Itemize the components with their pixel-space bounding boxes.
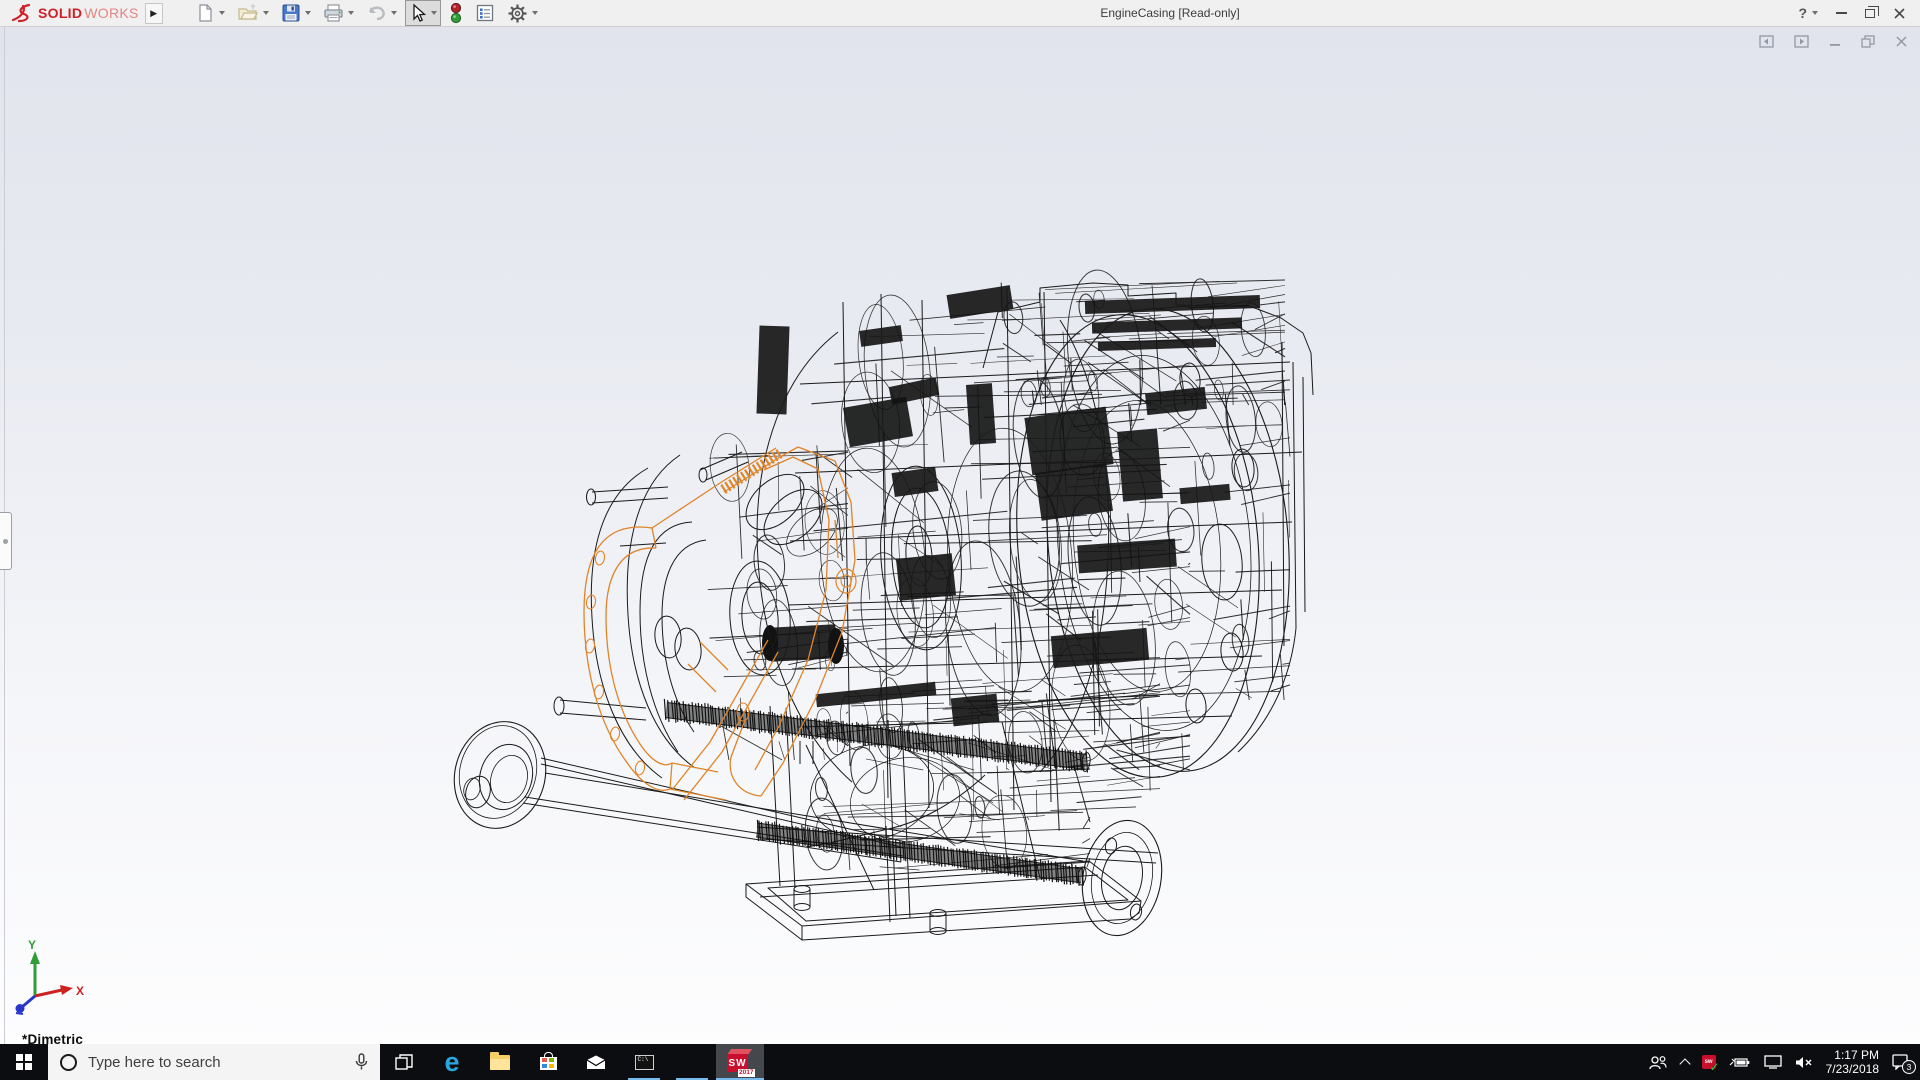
store-icon [540,1055,557,1070]
file-explorer-icon [490,1055,510,1070]
taskbar-command-prompt[interactable]: C:\ [620,1044,668,1080]
solidworks-logo-icon [10,2,36,24]
open-folder-icon [237,3,259,23]
system-tray: sw✓ 1:17 PM 7/23/2018 3 [1642,1044,1920,1080]
select-tool-button[interactable] [405,0,441,26]
search-input[interactable] [88,1054,344,1071]
document-title: EngineCasing [Read-only] [542,6,1799,20]
file-properties-icon [475,3,495,23]
dropdown-caret[interactable] [391,11,397,15]
taskbar-store[interactable] [524,1044,572,1080]
action-center-button[interactable]: 3 [1892,1054,1910,1070]
edge-icon: e [444,1049,459,1076]
solidworks-tray-icon[interactable]: sw✓ [1702,1055,1716,1069]
open-button[interactable] [233,0,273,26]
file-properties-button[interactable] [471,0,499,26]
standard-toolbar [191,0,542,27]
save-button[interactable] [277,0,315,26]
undo-button[interactable] [362,0,401,26]
doc-minimize-icon[interactable] [1829,35,1841,48]
taskbar-mail[interactable] [572,1044,620,1080]
taskbar-solidworks[interactable]: SW 2017 [716,1044,764,1080]
print-button[interactable] [319,0,358,26]
dropdown-caret[interactable] [263,11,269,15]
windows-taskbar: e C:\ SW 2017 sw✓ [0,1044,1920,1080]
taskbar-file-explorer[interactable] [476,1044,524,1080]
close-button-icon[interactable] [1893,7,1906,20]
view-orientation-label: *Dimetric [22,1032,83,1044]
new-document-icon [195,3,215,23]
dropdown-caret[interactable] [431,11,437,15]
document-window-controls [1759,35,1908,48]
rebuild-button[interactable] [445,0,467,27]
solidworks-logo: SOLIDWORKS [0,2,145,24]
triad-x-label: X [76,984,84,998]
notification-badge: 3 [1902,1060,1916,1074]
battery-charging-icon[interactable] [1729,1056,1751,1069]
select-cursor-icon [409,3,427,23]
hidden-icons-chevron[interactable] [1679,1058,1690,1069]
collapse-left-pane-icon[interactable] [1759,35,1774,48]
check-icon: ✓ [1710,1060,1720,1074]
orientation-triad: Y X [10,938,94,1016]
taskbar-edge[interactable]: e [428,1044,476,1080]
undo-icon [366,3,387,23]
brand-works: WORKS [84,5,138,21]
microphone-icon[interactable] [355,1053,368,1071]
dropdown-caret[interactable] [305,11,311,15]
graphics-viewport[interactable]: Y X *Dimetric [0,27,1920,1044]
brand-solid: SOLID [38,5,82,21]
title-bar: SOLIDWORKS ▶ [0,0,1920,27]
cad-model-wireframe [0,27,1920,1044]
network-display-icon[interactable] [1764,1055,1782,1069]
mail-icon [586,1055,606,1070]
print-icon [323,3,344,23]
dropdown-caret[interactable] [348,11,354,15]
task-view-button[interactable] [380,1044,428,1080]
doc-restore-icon[interactable] [1861,35,1875,48]
cortana-circle-icon [60,1054,77,1071]
menu-expand-arrow-icon[interactable]: ▶ [145,3,163,24]
panel-handle-dot [3,539,8,544]
windows-logo-icon [16,1054,32,1070]
taskbar-search[interactable] [48,1044,380,1080]
tray-time: 1:17 PM [1826,1048,1879,1062]
taskbar-hexagon-app[interactable] [668,1044,716,1080]
solidworks-app-icon: SW 2017 [727,1049,753,1075]
options-button[interactable] [503,0,542,27]
doc-close-icon[interactable] [1895,35,1908,48]
restore-button-icon[interactable] [1865,9,1875,18]
volume-muted-icon[interactable] [1795,1056,1813,1069]
window-controls: ? [1798,5,1920,21]
tray-date: 7/23/2018 [1826,1062,1879,1076]
triad-y-label: Y [28,938,36,952]
feature-panel-collapsed-tab[interactable] [0,512,12,570]
collapse-right-pane-icon[interactable] [1794,35,1809,48]
taskbar-clock[interactable]: 1:17 PM 7/23/2018 [1826,1048,1879,1076]
dropdown-caret[interactable] [219,11,225,15]
hexagon-app-icon [681,1050,703,1074]
dropdown-caret[interactable] [532,11,538,15]
dropdown-caret[interactable] [1812,11,1818,15]
help-button[interactable]: ? [1798,5,1818,21]
save-floppy-icon [281,3,301,23]
new-document-button[interactable] [191,0,229,26]
minimize-button-icon[interactable] [1836,12,1847,14]
rebuild-traffic-light-icon [449,2,463,24]
start-button[interactable] [0,1044,48,1080]
people-icon[interactable] [1648,1055,1668,1070]
command-prompt-icon: C:\ [635,1055,654,1070]
taskbar-empty-space [764,1044,1642,1080]
task-view-icon [395,1054,413,1070]
options-gear-icon [507,3,528,24]
